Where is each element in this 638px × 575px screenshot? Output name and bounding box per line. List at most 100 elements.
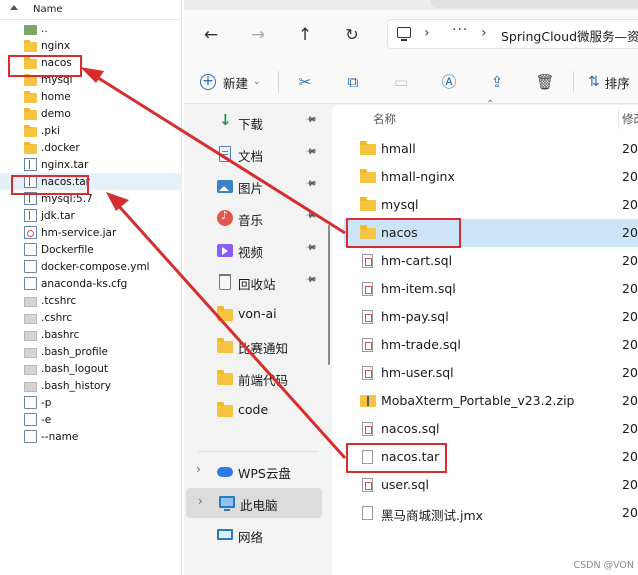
table-row[interactable]: nacos.sql 202 — [344, 415, 638, 443]
refresh-icon[interactable]: ↻ — [341, 24, 363, 46]
nav-item[interactable]: 回收站 📌 — [184, 267, 324, 297]
list-item[interactable]: nginx — [0, 37, 182, 54]
name-column-header[interactable]: Name — [33, 4, 63, 15]
nav-item[interactable]: 前端代码 — [184, 363, 324, 393]
hidden-file-icon — [24, 296, 37, 307]
table-row[interactable]: 黑马商城测试.jmx 202 — [344, 499, 638, 527]
list-item[interactable]: docker-compose.yml — [0, 258, 182, 275]
list-item[interactable]: -p — [0, 394, 182, 411]
address-box[interactable]: › ··· › SpringCloud微服务—资料 — [387, 19, 638, 49]
pin-icon[interactable]: 📌 — [304, 145, 317, 158]
table-row[interactable]: hm-user.sql 202 — [344, 359, 638, 387]
navigation-pane: 下载 📌 文档 📌 图片 📌 音乐 📌 视频 📌 回收站 📌 von-ai 比赛通知前端代码 code › WP… — [184, 105, 332, 575]
list-item[interactable]: nginx.tar — [0, 156, 182, 173]
table-row[interactable]: MobaXterm_Portable_v23.2.zip 202 — [344, 387, 638, 415]
pin-icon[interactable]: 📌 — [304, 273, 317, 286]
list-item[interactable]: hm-service.jar — [0, 224, 182, 241]
list-item[interactable]: jdk.tar — [0, 207, 182, 224]
nav-item[interactable]: 文档 📌 — [184, 139, 324, 169]
nav-item[interactable]: 网络 — [184, 520, 324, 550]
file-icon — [24, 396, 37, 409]
rename-icon[interactable]: Ⓐ — [439, 72, 459, 92]
pin-icon[interactable]: 📌 — [304, 241, 317, 254]
share-icon[interactable]: ⇪ — [487, 72, 507, 92]
chevron-right-icon[interactable]: › — [196, 462, 201, 476]
name-column-header[interactable]: 名称 — [373, 111, 396, 127]
list-item[interactable]: .docker — [0, 139, 182, 156]
list-item[interactable]: demo — [0, 105, 182, 122]
nav-item[interactable]: code — [184, 395, 324, 425]
chevron-up-icon: ⌃ — [486, 99, 495, 110]
nav-item[interactable]: 下载 📌 — [184, 107, 324, 137]
table-row[interactable]: mysql 202 — [344, 191, 638, 219]
table-row[interactable]: hm-item.sql 202 — [344, 275, 638, 303]
table-row[interactable]: user.sql 202 — [344, 471, 638, 499]
list-item-label: .bash_profile — [41, 345, 108, 358]
file-modified-date: 202 — [622, 477, 638, 492]
sort-button[interactable]: ⇅ 排序 — [588, 72, 630, 92]
sort-button-label: 排序 — [604, 75, 630, 91]
list-item[interactable]: .bashrc — [0, 326, 182, 343]
nav-item-label: 此电脑 — [240, 498, 278, 513]
nav-item[interactable]: von-ai — [184, 299, 324, 329]
cut-icon[interactable]: ✂ — [295, 72, 315, 92]
list-item[interactable]: .bash_profile — [0, 343, 182, 360]
java-archive-icon — [24, 226, 37, 239]
nav-item[interactable]: › 此电脑 — [186, 488, 322, 518]
delete-icon[interactable]: 🗑 — [535, 72, 555, 92]
up-arrow-icon[interactable]: ↑ — [294, 24, 316, 46]
list-item[interactable]: .bash_history — [0, 377, 182, 394]
file-modified-date: 202 — [622, 197, 638, 212]
list-item[interactable]: .pki — [0, 122, 182, 139]
chevron-right-icon[interactable]: › — [424, 25, 430, 41]
file-modified-date: 202 — [622, 281, 638, 296]
pin-icon[interactable]: 📌 — [304, 113, 317, 126]
file-modified-date: 202 — [622, 169, 638, 184]
list-item-label: jdk.tar — [41, 209, 75, 222]
modified-column-header[interactable]: 修改 — [622, 111, 638, 127]
nav-item[interactable]: › WPS云盘 — [184, 456, 324, 486]
paste-icon[interactable]: ▭ — [391, 72, 411, 92]
hidden-file-icon — [24, 330, 37, 341]
file-name: hmall — [381, 141, 416, 156]
breadcrumb-current-folder[interactable]: SpringCloud微服务—资料 — [501, 26, 638, 45]
nav-item[interactable]: 比赛通知 — [184, 331, 324, 361]
table-row[interactable]: hm-cart.sql 202 — [344, 247, 638, 275]
nav-item[interactable]: 图片 📌 — [184, 171, 324, 201]
list-item[interactable]: anaconda-ks.cfg — [0, 275, 182, 292]
chevron-right-icon[interactable]: › — [198, 494, 203, 508]
nav-item-label: 前端代码 — [238, 373, 289, 388]
list-item[interactable]: Dockerfile — [0, 241, 182, 258]
list-item[interactable]: .cshrc — [0, 309, 182, 326]
file-list-header[interactable]: Name — [0, 0, 182, 20]
list-item[interactable]: home — [0, 88, 182, 105]
forward-arrow-icon[interactable]: → — [247, 24, 269, 46]
nav-item[interactable]: 视频 📌 — [184, 235, 324, 265]
table-row[interactable]: hmall-nginx 202 — [344, 163, 638, 191]
pin-icon[interactable]: 📌 — [304, 209, 317, 222]
window-tab[interactable] — [431, 0, 638, 8]
file-modified-date: 202 — [622, 393, 638, 408]
table-row[interactable]: hm-trade.sql 202 — [344, 331, 638, 359]
list-item[interactable]: .bash_logout — [0, 360, 182, 377]
column-divider[interactable] — [618, 109, 619, 129]
back-arrow-icon[interactable]: ← — [200, 24, 222, 46]
list-item[interactable]: -e — [0, 411, 182, 428]
list-item[interactable]: .. — [0, 20, 182, 37]
new-button[interactable]: + 新建 ⌄ — [200, 71, 261, 93]
copy-icon[interactable]: ⧉ — [343, 72, 363, 92]
table-row[interactable]: hm-pay.sql 202 — [344, 303, 638, 331]
list-item[interactable]: .tcshrc — [0, 292, 182, 309]
column-header-row: 名称 ⌃ 修改 — [332, 99, 638, 133]
path-overflow-button[interactable]: ··· — [452, 22, 468, 38]
nav-item[interactable]: 音乐 📌 — [184, 203, 324, 233]
pin-icon[interactable]: 📌 — [304, 177, 317, 190]
list-item-label: .bash_logout — [41, 362, 109, 375]
table-row[interactable]: hmall 202 — [344, 135, 638, 163]
nav-scrollbar[interactable] — [328, 225, 330, 365]
hidden-file-icon — [24, 313, 37, 324]
list-item-label: nginx — [41, 39, 71, 52]
chevron-right-icon[interactable]: › — [481, 25, 487, 41]
file-icon — [24, 243, 37, 256]
list-item[interactable]: --name — [0, 428, 182, 445]
